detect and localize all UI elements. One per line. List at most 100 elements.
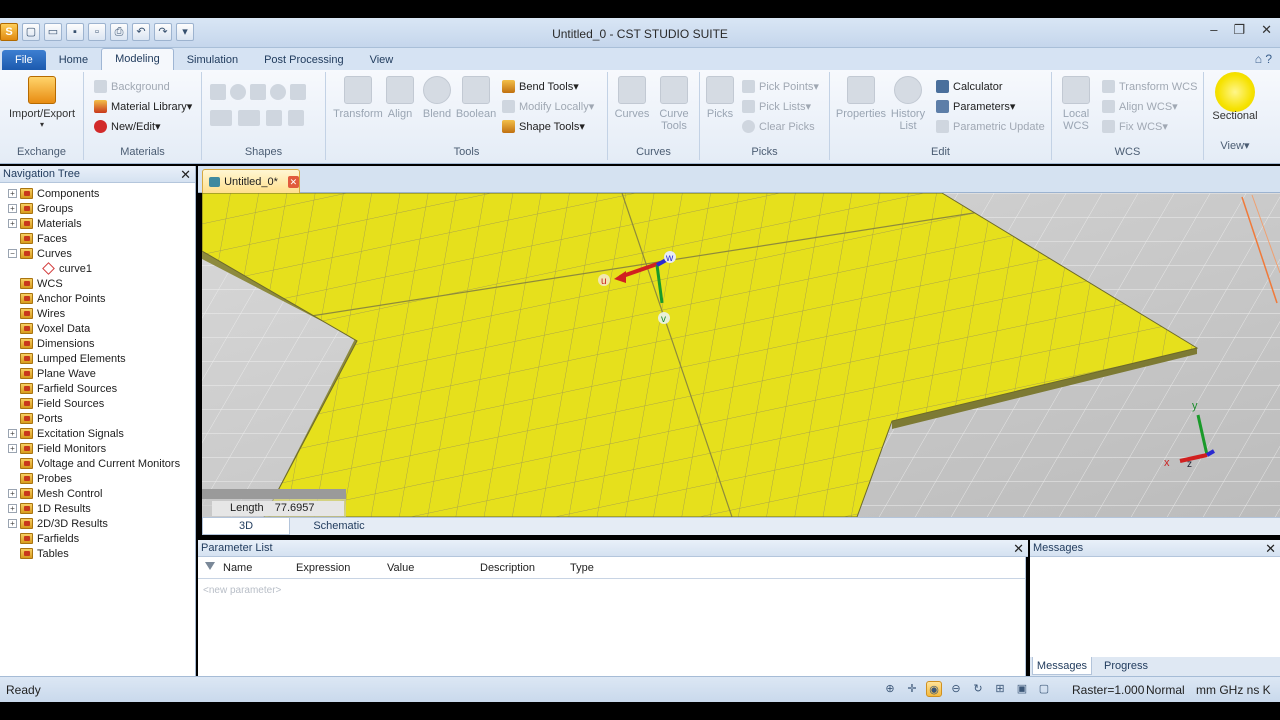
mode-indicator[interactable]: Normal: [1146, 683, 1185, 697]
tree-item-2d-3d-results[interactable]: +2D/3D Results: [0, 516, 195, 531]
tree-item-voxel-data[interactable]: Voxel Data: [0, 321, 195, 336]
blend-button[interactable]: Blend: [420, 76, 454, 120]
extrude-shape-icon[interactable]: [210, 110, 232, 126]
tree-item-components[interactable]: + Components: [0, 186, 195, 201]
local-wcs-button[interactable]: Local WCS: [1056, 76, 1096, 132]
tree-item-ports[interactable]: Ports: [0, 411, 195, 426]
tree-item-wcs[interactable]: WCS: [0, 276, 195, 291]
raster-indicator[interactable]: Raster=1.000: [1072, 683, 1144, 697]
tree-item-anchor-points[interactable]: Anchor Points: [0, 291, 195, 306]
import-export-button[interactable]: Import/Export ▾: [6, 76, 78, 129]
expand-icon[interactable]: +: [8, 429, 17, 438]
sweep-shape-icon[interactable]: [288, 110, 304, 126]
tab-progress[interactable]: Progress: [1096, 657, 1156, 675]
expand-icon[interactable]: +: [8, 519, 17, 528]
messages-body[interactable]: [1030, 557, 1280, 657]
modify-locally-button[interactable]: Modify Locally▾: [502, 100, 594, 113]
tab-simulation[interactable]: Simulation: [174, 50, 251, 70]
tree-item-groups[interactable]: + Groups: [0, 201, 195, 216]
column-name[interactable]: Name: [223, 562, 252, 574]
history-list-button[interactable]: History List: [888, 76, 928, 132]
pick-points-button[interactable]: Pick Points▾: [742, 80, 819, 93]
expand-icon[interactable]: +: [8, 489, 17, 498]
3d-scene[interactable]: u v w y x z: [202, 193, 1280, 517]
torus-shape-icon[interactable]: [270, 84, 286, 100]
column-type[interactable]: Type: [570, 562, 594, 574]
rotate-view-icon[interactable]: ◉: [926, 681, 942, 697]
close-navigation-tree-icon[interactable]: ✕: [180, 166, 191, 183]
view-options-icon[interactable]: ▣: [1014, 681, 1030, 697]
tree-item-field-monitors[interactable]: + Field Monitors: [0, 441, 195, 456]
3d-viewport[interactable]: u v w y x z Length 77.6957: [202, 193, 1280, 517]
tab-file[interactable]: File: [2, 50, 46, 70]
zoom-window-icon[interactable]: ⊖: [948, 681, 964, 697]
filter-icon[interactable]: [205, 562, 215, 572]
curve-tools-button[interactable]: Curve Tools: [652, 76, 696, 132]
loft-shape-icon[interactable]: [266, 110, 282, 126]
tree-item-dimensions[interactable]: Dimensions: [0, 336, 195, 351]
tree-item-field-sources[interactable]: Field Sources: [0, 396, 195, 411]
transform-button[interactable]: Transform: [330, 76, 386, 120]
transform-wcs-button[interactable]: Transform WCS: [1102, 80, 1197, 93]
pick-lists-button[interactable]: Pick Lists▾: [742, 100, 811, 113]
reset-view-icon[interactable]: ⊞: [992, 681, 1008, 697]
tab-view[interactable]: View: [357, 50, 407, 70]
curves-button[interactable]: Curves: [612, 76, 652, 120]
tree-item-mesh-control[interactable]: + Mesh Control: [0, 486, 195, 501]
rotate-shape-icon[interactable]: [238, 110, 260, 126]
new-edit-material-button[interactable]: New/Edit▾: [94, 120, 161, 133]
tree-item-probes[interactable]: Probes: [0, 471, 195, 486]
tree-item-wires[interactable]: Wires: [0, 306, 195, 321]
close-document-icon[interactable]: ✕: [287, 175, 299, 188]
minimize-button[interactable]: –: [1210, 22, 1217, 38]
pan-icon[interactable]: ✛: [904, 681, 920, 697]
picks-button[interactable]: Picks: [702, 76, 738, 120]
tree-item-lumped-elements[interactable]: Lumped Elements: [0, 351, 195, 366]
zoom-icon[interactable]: ⊕: [882, 681, 898, 697]
sectional-view-button[interactable]: Sectional: [1206, 72, 1264, 122]
tab-messages[interactable]: Messages: [1032, 657, 1092, 675]
tab-schematic[interactable]: Schematic: [294, 518, 384, 535]
group-label-view[interactable]: View▾: [1204, 139, 1266, 152]
tree-item-curve1[interactable]: curve1: [0, 261, 195, 276]
new-parameter-row[interactable]: <new parameter>: [203, 585, 281, 596]
material-library-button[interactable]: Material Library▾: [94, 100, 192, 113]
background-button[interactable]: Background: [94, 80, 170, 93]
cylinder-shape-icon[interactable]: [290, 84, 306, 100]
maximize-button[interactable]: ❐: [1233, 22, 1245, 38]
calculator-button[interactable]: Calculator: [936, 80, 1003, 93]
column-value[interactable]: Value: [387, 562, 414, 574]
sphere-shape-icon[interactable]: [230, 84, 246, 100]
tab-3d[interactable]: 3D: [202, 518, 290, 535]
clear-picks-button[interactable]: Clear Picks: [742, 120, 815, 133]
expand-icon[interactable]: +: [8, 219, 17, 228]
tab-modeling[interactable]: Modeling: [101, 48, 174, 70]
parametric-update-button[interactable]: Parametric Update: [936, 120, 1045, 133]
help-icon[interactable]: ⌂ ?: [1255, 52, 1272, 66]
align-wcs-button[interactable]: Align WCS▾: [1102, 100, 1178, 113]
cube-view-icon[interactable]: ▢: [1036, 681, 1052, 697]
expand-icon[interactable]: +: [8, 189, 17, 198]
parameters-button[interactable]: Parameters▾: [936, 100, 1015, 113]
expand-icon[interactable]: +: [8, 204, 17, 213]
tab-post-processing[interactable]: Post Processing: [251, 50, 356, 70]
tree-item-curves[interactable]: − Curves: [0, 246, 195, 261]
collapse-icon[interactable]: −: [8, 249, 17, 258]
parameter-list-table[interactable]: Name Expression Value Description Type <…: [198, 557, 1026, 676]
column-expression[interactable]: Expression: [296, 562, 350, 574]
document-tab[interactable]: Untitled_0* ✕: [202, 169, 300, 193]
units-indicator[interactable]: mm GHz ns K: [1196, 683, 1271, 697]
fix-wcs-button[interactable]: Fix WCS▾: [1102, 120, 1168, 133]
cone-shape-icon[interactable]: [250, 84, 266, 100]
properties-button[interactable]: Properties: [834, 76, 888, 120]
column-description[interactable]: Description: [480, 562, 535, 574]
tree-item-materials[interactable]: + Materials: [0, 216, 195, 231]
spin-icon[interactable]: ↻: [970, 681, 986, 697]
tree-item-farfields[interactable]: Farfields: [0, 531, 195, 546]
expand-icon[interactable]: +: [8, 444, 17, 453]
tree-item-farfield-sources[interactable]: Farfield Sources: [0, 381, 195, 396]
bend-tools-button[interactable]: Bend Tools▾: [502, 80, 579, 93]
shape-tools-button[interactable]: Shape Tools▾: [502, 120, 585, 133]
brick-shape-icon[interactable]: [210, 84, 226, 100]
close-messages-icon[interactable]: ✕: [1265, 540, 1276, 557]
